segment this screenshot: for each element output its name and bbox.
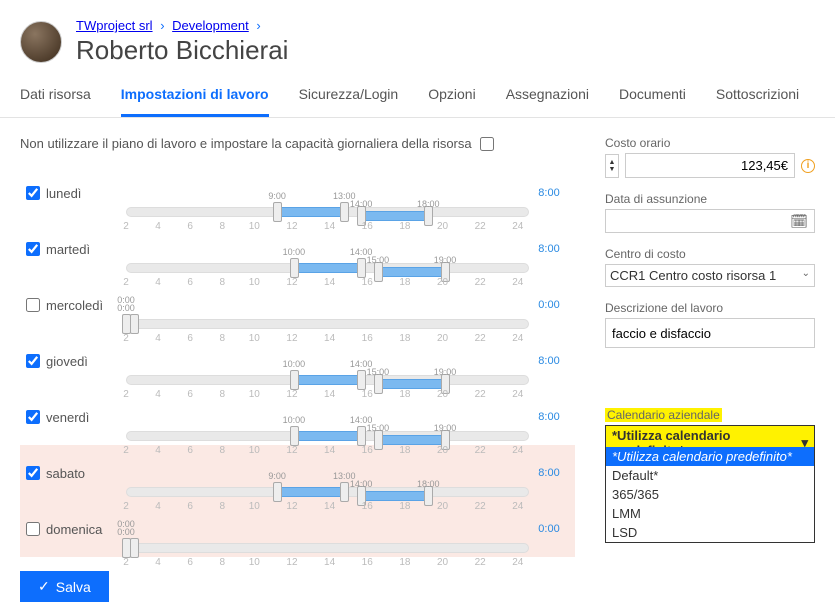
day-label: martedì xyxy=(46,242,90,257)
company-calendar-label: Calendario aziendale xyxy=(605,408,815,422)
day-slider-sabato[interactable]: 9:0013:0014:0018:0024681012141618202224 xyxy=(126,465,529,481)
day-slider-martedi[interactable]: 10:0014:0015:0019:0024681012141618202224 xyxy=(126,241,529,257)
capacity-checkbox[interactable] xyxy=(480,137,494,151)
calendar-option[interactable]: 365/365 xyxy=(606,485,814,504)
capacity-label: Non utilizzare il piano di lavoro e impo… xyxy=(20,136,472,151)
day-checkbox-sabato[interactable] xyxy=(26,466,40,480)
breadcrumb-link-1[interactable]: Development xyxy=(172,18,249,33)
tab-opzioni[interactable]: Opzioni xyxy=(428,76,475,117)
day-checkbox-giovedi[interactable] xyxy=(26,354,40,368)
cost-input[interactable] xyxy=(625,153,795,178)
info-icon: i xyxy=(801,159,815,173)
day-label: domenica xyxy=(46,522,102,537)
day-total: 0:00 xyxy=(529,523,569,535)
day-label: sabato xyxy=(46,466,85,481)
company-calendar-select[interactable]: *Utilizza calendario predefinito* ▾ *Uti… xyxy=(605,425,815,461)
day-checkbox-venerdi[interactable] xyxy=(26,410,40,424)
day-slider-mercoledi[interactable]: 0:000:0024681012141618202224 xyxy=(126,297,529,313)
chevron-down-icon: ⌄ xyxy=(802,268,810,279)
day-total: 8:00 xyxy=(529,243,569,255)
calendar-option[interactable]: LSD xyxy=(606,523,814,542)
calendar-option[interactable]: *Utilizza calendario predefinito* xyxy=(606,447,814,466)
tab-assegnazioni[interactable]: Assegnazioni xyxy=(506,76,589,117)
tab-impostazioni-di-lavoro[interactable]: Impostazioni di lavoro xyxy=(121,76,269,117)
calendar-icon[interactable]: 🗓 xyxy=(790,213,808,230)
day-total: 8:00 xyxy=(529,355,569,367)
cost-center-select[interactable]: CCR1 Centro costo risorsa 1⌄ xyxy=(605,264,815,287)
tab-sottoscrizioni[interactable]: Sottoscrizioni xyxy=(716,76,799,117)
cost-spinner[interactable]: ▲▼ xyxy=(605,154,619,178)
day-total: 0:00 xyxy=(529,299,569,311)
work-desc-input[interactable] xyxy=(605,318,815,348)
chevron-right-icon: › xyxy=(256,18,260,33)
hire-date-label: Data di assunzione xyxy=(605,192,815,206)
day-checkbox-domenica[interactable] xyxy=(26,522,40,536)
avatar xyxy=(20,21,62,63)
calendar-option[interactable]: LMM xyxy=(606,504,814,523)
day-slider-domenica[interactable]: 0:000:0024681012141618202224 xyxy=(126,521,529,537)
chevron-right-icon: › xyxy=(160,18,164,33)
day-label: venerdì xyxy=(46,410,89,425)
tabs: Dati risorsa Impostazioni di lavoro Sicure… xyxy=(0,76,835,118)
work-desc-label: Descrizione del lavoro xyxy=(605,301,815,315)
tab-sicurezza-login[interactable]: Sicurezza/Login xyxy=(299,76,399,117)
tab-documenti[interactable]: Documenti xyxy=(619,76,686,117)
breadcrumb-link-0[interactable]: TWproject srl xyxy=(76,18,153,33)
day-label: mercoledì xyxy=(46,298,103,313)
day-row-lunedi: lunedì 9:0013:0014:0018:00246810121416182… xyxy=(20,165,575,221)
page-title: Roberto Bicchierai xyxy=(76,35,288,66)
tab-dati-risorsa[interactable]: Dati risorsa xyxy=(20,76,91,117)
day-slider-lunedi[interactable]: 9:0013:0014:0018:0024681012141618202224 xyxy=(126,185,529,201)
day-total: 8:00 xyxy=(529,187,569,199)
day-checkbox-martedi[interactable] xyxy=(26,242,40,256)
day-checkbox-mercoledi[interactable] xyxy=(26,298,40,312)
chevron-up-icon: ▲ xyxy=(609,159,616,166)
day-slider-giovedi[interactable]: 10:0014:0015:0019:0024681012141618202224 xyxy=(126,353,529,369)
save-button[interactable]: Salva xyxy=(20,571,109,602)
cost-center-label: Centro di costo xyxy=(605,247,815,261)
day-total: 8:00 xyxy=(529,411,569,423)
breadcrumb: TWproject srl › Development › xyxy=(76,18,288,33)
calendar-option[interactable]: Default* xyxy=(606,466,814,485)
day-label: lunedì xyxy=(46,186,81,201)
day-total: 8:00 xyxy=(529,467,569,479)
day-slider-venerdi[interactable]: 10:0014:0015:0019:0024681012141618202224 xyxy=(126,409,529,425)
day-label: giovedì xyxy=(46,354,88,369)
cost-label: Costo orario xyxy=(605,136,815,150)
chevron-down-icon: ▼ xyxy=(609,166,616,173)
day-checkbox-lunedi[interactable] xyxy=(26,186,40,200)
